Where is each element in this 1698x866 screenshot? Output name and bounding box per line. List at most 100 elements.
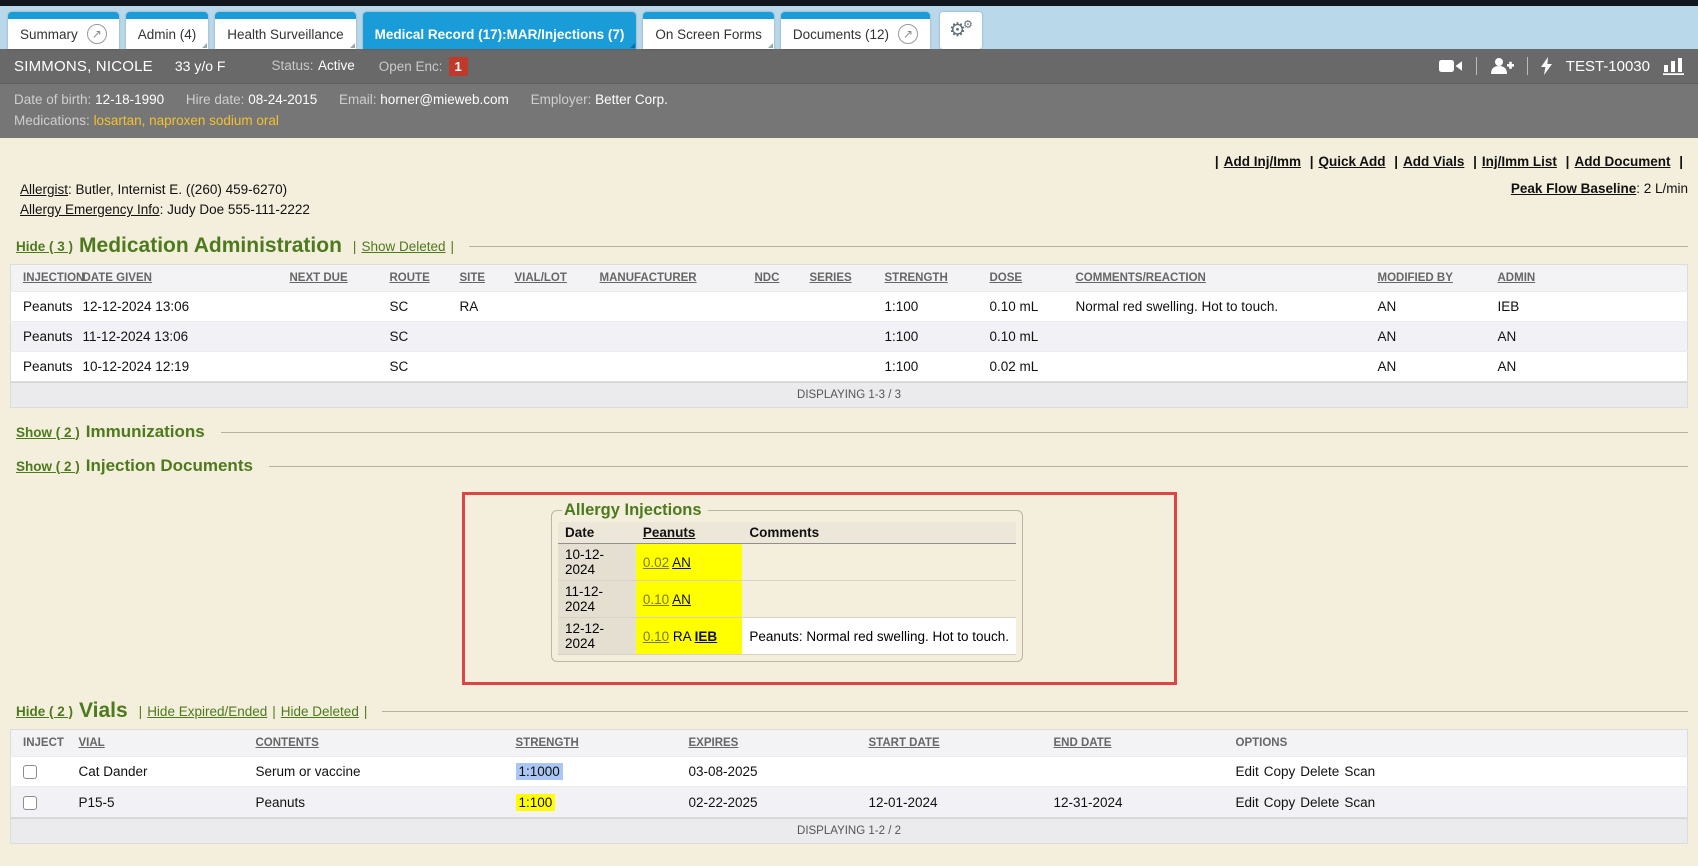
dob-label: Date of birth: — [14, 92, 91, 107]
action-links: |Add Inj/Imm |Quick Add |Add Vials |Inj/… — [1210, 154, 1688, 169]
hire-date-label: Hire date: — [186, 92, 245, 107]
cell-date: 10-12-2024 — [558, 544, 636, 581]
medication-link-losartan[interactable]: losartan — [94, 113, 142, 128]
col-peanuts[interactable]: Peanuts — [636, 522, 743, 544]
col-strength[interactable]: STRENGTH — [879, 265, 984, 292]
tab-medical-record[interactable]: Medical Record (17):MAR/Injections (7) — [363, 12, 637, 49]
allergy-emergency-link[interactable]: Allergy Emergency Info — [20, 202, 160, 217]
allergist-value: : Butler, Internist E. ((260) 459-6270) — [68, 182, 287, 197]
employer-value: Better Corp. — [595, 92, 668, 107]
med-admin-hide-toggle[interactable]: Hide ( 3 ) — [16, 239, 73, 254]
tab-admin[interactable]: Admin (4) — [126, 12, 209, 49]
col-dose[interactable]: DOSE — [984, 265, 1070, 292]
edit-link[interactable]: Edit — [1236, 764, 1259, 779]
popout-icon[interactable]: ↗ — [87, 24, 107, 44]
delete-link[interactable]: Delete — [1300, 795, 1339, 810]
col-date: Date — [558, 522, 636, 544]
vials-header-row: INJECT VIAL CONTENTS STRENGTH EXPIRES ST… — [11, 730, 1688, 757]
col-admin[interactable]: ADMIN — [1492, 265, 1688, 292]
col-date-given[interactable]: DATE GIVEN — [77, 265, 284, 292]
col-route[interactable]: ROUTE — [384, 265, 454, 292]
tab-on-screen-forms[interactable]: On Screen Forms — [643, 12, 774, 49]
bar-chart-icon[interactable] — [1663, 57, 1684, 75]
vial-row: P15-5Peanuts1:10002-22-202512-01-202412-… — [11, 787, 1688, 817]
tab-summary[interactable]: Summary ↗ — [8, 12, 119, 49]
cell-strength: 1:100 — [879, 292, 984, 322]
scan-link[interactable]: Scan — [1344, 795, 1375, 810]
cell-injection: Peanuts — [11, 292, 77, 322]
hide-deleted-link[interactable]: Hide Deleted — [281, 704, 359, 719]
add-person-icon[interactable] — [1490, 57, 1514, 75]
col-end-date[interactable]: END DATE — [1048, 730, 1230, 757]
col-vial[interactable]: VIAL — [73, 730, 250, 757]
show-deleted-link[interactable]: Show Deleted — [361, 239, 445, 254]
col-vial-lot[interactable]: VIAL/LOT — [509, 265, 594, 292]
add-inj-imm-link[interactable]: Add Inj/Imm — [1224, 154, 1301, 169]
add-vials-link[interactable]: Add Vials — [1403, 154, 1464, 169]
hide-expired-link[interactable]: Hide Expired/Ended — [147, 704, 267, 719]
lightning-bolt-icon[interactable] — [1541, 57, 1553, 75]
col-site[interactable]: SITE — [454, 265, 509, 292]
popout-icon[interactable]: ↗ — [898, 24, 918, 44]
tab-health-surveillance[interactable]: Health Surveillance — [215, 12, 355, 49]
cell-date-given: 10-12-2024 12:19 — [77, 352, 284, 382]
col-manufacturer[interactable]: MANUFACTURER — [594, 265, 749, 292]
cell-strength: 1:100 — [510, 787, 683, 817]
cell-end-date — [1048, 757, 1230, 787]
tab-label: Medical Record (17):MAR/Injections (7) — [375, 27, 625, 42]
cell-comments-reaction: Normal red swelling. Hot to touch. — [1070, 292, 1372, 322]
add-document-link[interactable]: Add Document — [1574, 154, 1670, 169]
delete-link[interactable]: Delete — [1300, 764, 1339, 779]
status-value: Active — [318, 58, 355, 73]
patient-header-bar: SIMMONS, NICOLE 33 y/o F Status: Active … — [0, 49, 1698, 83]
allergy-injections-table: Date Peanuts Comments 10-12-20240.02 AN1… — [558, 522, 1016, 655]
col-expires[interactable]: EXPIRES — [683, 730, 863, 757]
immunizations-title: Immunizations — [86, 422, 205, 442]
cell-admin: AN — [1492, 322, 1688, 352]
col-modified-by[interactable]: MODIFIED BY — [1372, 265, 1492, 292]
initials-link[interactable]: AN — [672, 592, 691, 607]
col-series[interactable]: SERIES — [804, 265, 879, 292]
copy-link[interactable]: Copy — [1264, 764, 1296, 779]
vials-paging: DISPLAYING 1-2 / 2 — [10, 818, 1688, 844]
vials-hide-toggle[interactable]: Hide ( 2 ) — [16, 704, 73, 719]
edit-link[interactable]: Edit — [1236, 795, 1259, 810]
col-start-date[interactable]: START DATE — [863, 730, 1048, 757]
cell-contents: Serum or vaccine — [250, 757, 510, 787]
dose-link[interactable]: 0.10 — [643, 592, 669, 607]
patient-name: SIMMONS, NICOLE — [14, 58, 153, 75]
quick-add-link[interactable]: Quick Add — [1319, 154, 1386, 169]
col-next-due[interactable]: NEXT DUE — [284, 265, 384, 292]
initials-link[interactable]: AN — [672, 555, 691, 570]
col-contents[interactable]: CONTENTS — [250, 730, 510, 757]
settings-button[interactable]: ⚙ ⚙ — [940, 12, 982, 49]
open-enc-badge[interactable]: 1 — [449, 57, 468, 76]
immunizations-show-toggle[interactable]: Show ( 2 ) — [16, 425, 80, 440]
tab-documents[interactable]: Documents (12) ↗ — [781, 12, 930, 49]
inj-imm-list-link[interactable]: Inj/Imm List — [1482, 154, 1557, 169]
copy-link[interactable]: Copy — [1264, 795, 1296, 810]
peak-flow-baseline-link[interactable]: Peak Flow Baseline — [1511, 181, 1636, 196]
medication-link-naproxen[interactable]: naproxen sodium oral — [149, 113, 279, 128]
inject-checkbox[interactable] — [23, 796, 37, 810]
divider — [382, 711, 1688, 712]
employer-label: Employer: — [531, 92, 592, 107]
injection-documents-show-toggle[interactable]: Show ( 2 ) — [16, 459, 80, 474]
col-strength[interactable]: STRENGTH — [510, 730, 683, 757]
col-comments-reaction[interactable]: COMMENTS/REACTION — [1070, 265, 1372, 292]
divider — [1527, 57, 1528, 75]
dose-link[interactable]: 0.02 — [643, 555, 669, 570]
tab-label: Summary — [20, 27, 78, 42]
col-ndc[interactable]: NDC — [749, 265, 804, 292]
inject-checkbox[interactable] — [23, 765, 37, 779]
allergist-link[interactable]: Allergist — [20, 182, 68, 197]
initials-link[interactable]: IEB — [695, 629, 718, 644]
med-admin-paging: DISPLAYING 1-3 / 3 — [10, 382, 1688, 408]
dose-link[interactable]: 0.10 — [643, 629, 669, 644]
video-camera-icon[interactable] — [1439, 58, 1463, 74]
col-injection[interactable]: INJECTION — [11, 265, 77, 292]
page: Summary ↗ Admin (4) Health Surveillance … — [0, 0, 1698, 866]
allergy-injections-tbody: 10-12-20240.02 AN11-12-20240.10 AN12-12-… — [558, 544, 1016, 655]
cell-end-date: 12-31-2024 — [1048, 787, 1230, 817]
scan-link[interactable]: Scan — [1344, 764, 1375, 779]
